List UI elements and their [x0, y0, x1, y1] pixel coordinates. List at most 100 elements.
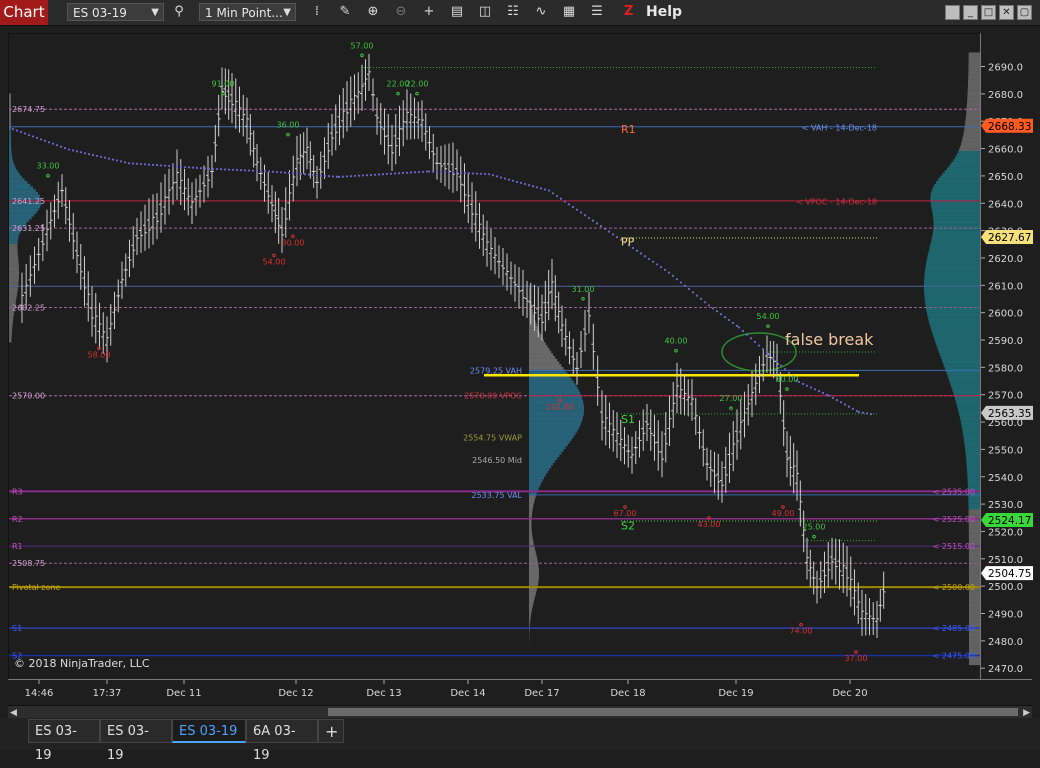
swing-label: 91.00: [212, 80, 235, 89]
vwap-dot: [660, 266, 662, 268]
x-tick-label: 17:37: [93, 688, 122, 699]
swing-marker: [675, 349, 678, 352]
scroll-left-icon[interactable]: ◀: [10, 708, 17, 718]
y-tick-label: 2600.0: [988, 309, 1023, 320]
vwap-dot: [440, 171, 442, 173]
session-level-label: 2546.50 Mid: [472, 456, 522, 465]
window-restore-icon[interactable]: ▢: [1017, 5, 1032, 20]
vwap-dot: [564, 200, 566, 202]
x-tick-label: Dec 17: [524, 688, 559, 699]
vwap-dot: [762, 348, 764, 350]
strategy-icon[interactable]: ∿: [533, 4, 549, 20]
swing-label: 49.00: [772, 509, 795, 518]
vwap-dot: [338, 176, 340, 178]
left-level-label: 2570.00: [12, 392, 45, 401]
time-axis[interactable]: 14:4617:37Dec 11Dec 12Dec 13Dec 14Dec 17…: [8, 679, 1032, 704]
help-menu[interactable]: Help: [646, 4, 682, 20]
vwap-dot: [204, 167, 206, 169]
vwap-dot: [224, 168, 226, 170]
tab-es-03-19-1[interactable]: ES 03-19: [28, 719, 100, 743]
vwap-dot: [304, 173, 306, 175]
bar-type-icon[interactable]: ⁞: [309, 4, 325, 20]
vwap-dot: [688, 288, 690, 290]
chart-scrollbar[interactable]: ◀ ▶: [8, 705, 1032, 719]
swing-labels: 91.0057.0036.0022.0022.0033.0054.0030.00…: [37, 41, 868, 663]
vwap-dot: [184, 166, 186, 168]
price-badge: 2524.17: [981, 513, 1033, 527]
swing-marker: [287, 133, 290, 136]
vwap-dot: [540, 187, 542, 189]
x-tick-label: Dec 19: [718, 688, 753, 699]
vwap-dot: [252, 170, 254, 172]
right-level-label: < 2485.00: [933, 624, 975, 633]
session-level-label: 2579.25 VAH: [470, 366, 522, 375]
y-tick-label: 2490.0: [988, 610, 1023, 621]
vwap-dot: [788, 372, 790, 374]
vwap-dot: [52, 143, 54, 145]
ninjascript-icon[interactable]: Z: [624, 4, 638, 20]
x-tick-label: Dec 14: [450, 688, 485, 699]
y-tick-label: 2650.0: [988, 172, 1023, 183]
swing-marker: [624, 506, 627, 509]
vwap-dot: [584, 214, 586, 216]
vwap-dot: [704, 301, 706, 303]
vwap-dot: [192, 167, 194, 169]
left-level-label: R1: [12, 542, 23, 551]
vwap-dot: [456, 172, 458, 174]
vwap-dot: [284, 172, 286, 174]
data-box-icon[interactable]: ▤: [449, 4, 465, 20]
vwap-dot: [300, 173, 302, 175]
list-icon[interactable]: ☰: [589, 4, 605, 20]
vwap-dot: [236, 169, 238, 171]
vwap-dot: [766, 352, 768, 354]
vwap-dot: [852, 408, 854, 410]
price-badge: 2504.75: [981, 566, 1033, 580]
zoom-in-icon[interactable]: ⊕: [365, 4, 381, 20]
instrument-selector[interactable]: ES 03-19▼: [67, 3, 164, 21]
y-tick-label: 2660.0: [988, 145, 1023, 156]
scroll-thumb[interactable]: [328, 708, 1018, 716]
vwap-dot: [20, 131, 22, 133]
scroll-right-icon[interactable]: ▶: [1023, 708, 1030, 718]
vwap-dot: [810, 386, 812, 388]
vwap-dot: [208, 168, 210, 170]
search-icon[interactable]: ⚲: [171, 4, 187, 20]
tab-es-03-19-2[interactable]: ES 03-19: [100, 719, 172, 743]
price-badge: 2563.35: [981, 406, 1033, 420]
interval-selector[interactable]: 1 Min Point...▼: [199, 3, 296, 21]
left-level-label: 2508.75: [12, 559, 45, 568]
templates-icon[interactable]: ▦: [561, 4, 577, 20]
pencil-icon[interactable]: ✎: [337, 4, 353, 20]
price-chart[interactable]: 91.0057.0036.0022.0022.0033.0054.0030.00…: [9, 34, 981, 680]
vwap-dot: [292, 172, 294, 174]
vwap-dot: [312, 174, 314, 176]
vwap-dot: [72, 149, 74, 151]
zoom-out-icon[interactable]: ⊖: [393, 4, 409, 20]
properties-icon[interactable]: ◫: [477, 4, 493, 20]
crosshair-icon[interactable]: +: [421, 4, 437, 20]
vwap-dot: [144, 163, 146, 165]
vwap-dot: [12, 128, 14, 130]
vwap-dot: [596, 222, 598, 224]
window-close-icon[interactable]: ✕: [999, 5, 1014, 20]
y-tick-label: 2540.0: [988, 473, 1023, 484]
vwap-dot: [296, 173, 298, 175]
tab-6a-03-19[interactable]: 6A 03-19: [246, 719, 318, 743]
swing-label: 67.00: [614, 509, 637, 518]
vwap-dot: [676, 278, 678, 280]
x-tick-label: Dec 13: [366, 688, 401, 699]
vwap-dot: [802, 383, 804, 385]
price-axis[interactable]: 2690.02680.02670.02660.02650.02640.02630…: [980, 33, 1033, 679]
vwap-dot: [840, 401, 842, 403]
indicators-icon[interactable]: ☷: [505, 4, 521, 20]
vwap-dot: [398, 172, 400, 174]
add-tab-button[interactable]: +: [318, 719, 344, 743]
tab-es-03-19-3[interactable]: ES 03-19: [172, 719, 246, 743]
interval-value: 1 Min Point...: [205, 6, 283, 20]
chart-panel[interactable]: 91.0057.0036.0022.0022.0033.0054.0030.00…: [8, 33, 982, 681]
window-tile-icon[interactable]: [945, 5, 960, 20]
vwap-dot: [776, 361, 778, 363]
window-maximize-icon[interactable]: □: [981, 5, 996, 20]
y-tick-label: 2500.0: [988, 582, 1023, 593]
window-minimize-icon[interactable]: _: [963, 5, 978, 20]
